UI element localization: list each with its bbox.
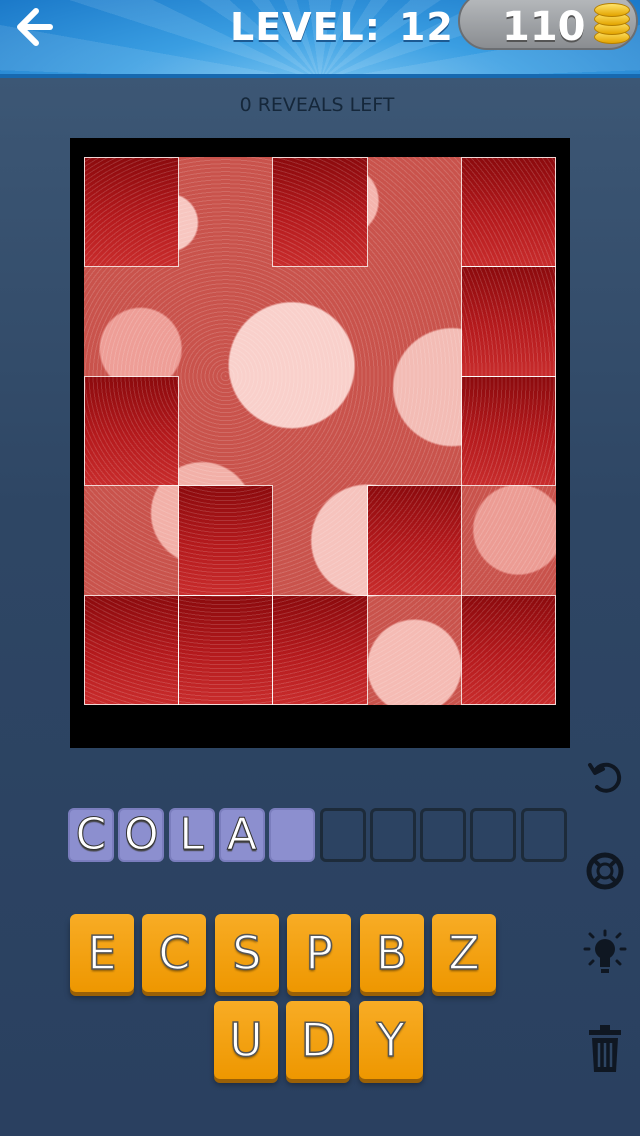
answer-slot[interactable]: C: [68, 808, 114, 862]
answer-slot[interactable]: [369, 808, 416, 862]
back-button[interactable]: [8, 2, 56, 52]
letter-key-label: P: [305, 925, 334, 981]
answer-slot-letter: O: [123, 809, 159, 860]
letter-key[interactable]: Z: [432, 914, 496, 992]
answer-slot[interactable]: [269, 808, 316, 862]
letter-key-label: E: [87, 925, 118, 981]
cover-tile[interactable]: [461, 157, 556, 268]
cover-tile[interactable]: [177, 594, 274, 705]
letter-key-label: B: [375, 925, 408, 981]
level-indicator: LEVEL: 12: [230, 2, 454, 52]
letter-key-label: Y: [376, 1012, 406, 1068]
coin-counter[interactable]: 110: [458, 0, 638, 50]
hint-button[interactable]: [580, 928, 630, 978]
answer-slot[interactable]: [470, 808, 517, 862]
cover-tile[interactable]: [84, 157, 179, 268]
letter-key-label: U: [228, 1012, 263, 1068]
lifebuoy-icon: [586, 852, 624, 890]
letter-key-label: S: [231, 925, 262, 981]
level-number: 12: [398, 5, 454, 49]
help-button[interactable]: [580, 846, 630, 896]
undo-button[interactable]: [580, 752, 630, 802]
lightbulb-icon: [583, 929, 627, 973]
letter-key[interactable]: D: [286, 1001, 351, 1079]
letter-key[interactable]: S: [214, 914, 279, 992]
letter-key[interactable]: E: [70, 914, 134, 992]
cover-tile[interactable]: [272, 594, 368, 705]
letter-key[interactable]: U: [214, 1001, 278, 1079]
letter-key[interactable]: Y: [358, 1001, 423, 1079]
letter-key-label: Z: [447, 925, 480, 981]
cover-tile[interactable]: [84, 375, 179, 487]
arrow-left-icon: [17, 8, 53, 46]
letter-key-label: C: [158, 925, 192, 981]
trash-icon: [589, 1025, 621, 1072]
answer-slot-letter: A: [226, 809, 257, 860]
answer-slot-letter: C: [75, 809, 107, 860]
undo-icon: [588, 762, 622, 793]
answer-slot[interactable]: [520, 808, 567, 862]
level-label: LEVEL:: [230, 5, 381, 49]
answer-slot[interactable]: A: [218, 808, 265, 862]
answer-slot[interactable]: L: [168, 808, 215, 862]
coin-stack-icon: [592, 0, 632, 46]
coin-count: 110: [502, 4, 586, 50]
cover-tile[interactable]: [461, 594, 556, 705]
cover-tile[interactable]: [366, 485, 463, 596]
letter-key[interactable]: B: [359, 914, 424, 992]
cover-tile[interactable]: [84, 594, 179, 705]
clear-button[interactable]: [580, 1024, 630, 1074]
answer-slot[interactable]: [319, 808, 366, 862]
letter-key-label: D: [300, 1012, 337, 1068]
cover-tile[interactable]: [461, 375, 556, 487]
puzzle-picture[interactable]: [84, 157, 556, 705]
reveals-left-label: 0 REVEALS LEFT: [239, 94, 395, 116]
cover-tile[interactable]: [177, 485, 274, 596]
answer-slot[interactable]: O: [118, 808, 165, 862]
letter-key[interactable]: C: [142, 914, 207, 992]
letter-key[interactable]: P: [287, 914, 352, 992]
cover-tile[interactable]: [461, 266, 556, 377]
cover-tile[interactable]: [272, 157, 368, 268]
answer-slot[interactable]: [420, 808, 467, 862]
answer-slot-letter: L: [179, 809, 205, 860]
top-bar: LEVEL: 12 110: [0, 0, 640, 78]
